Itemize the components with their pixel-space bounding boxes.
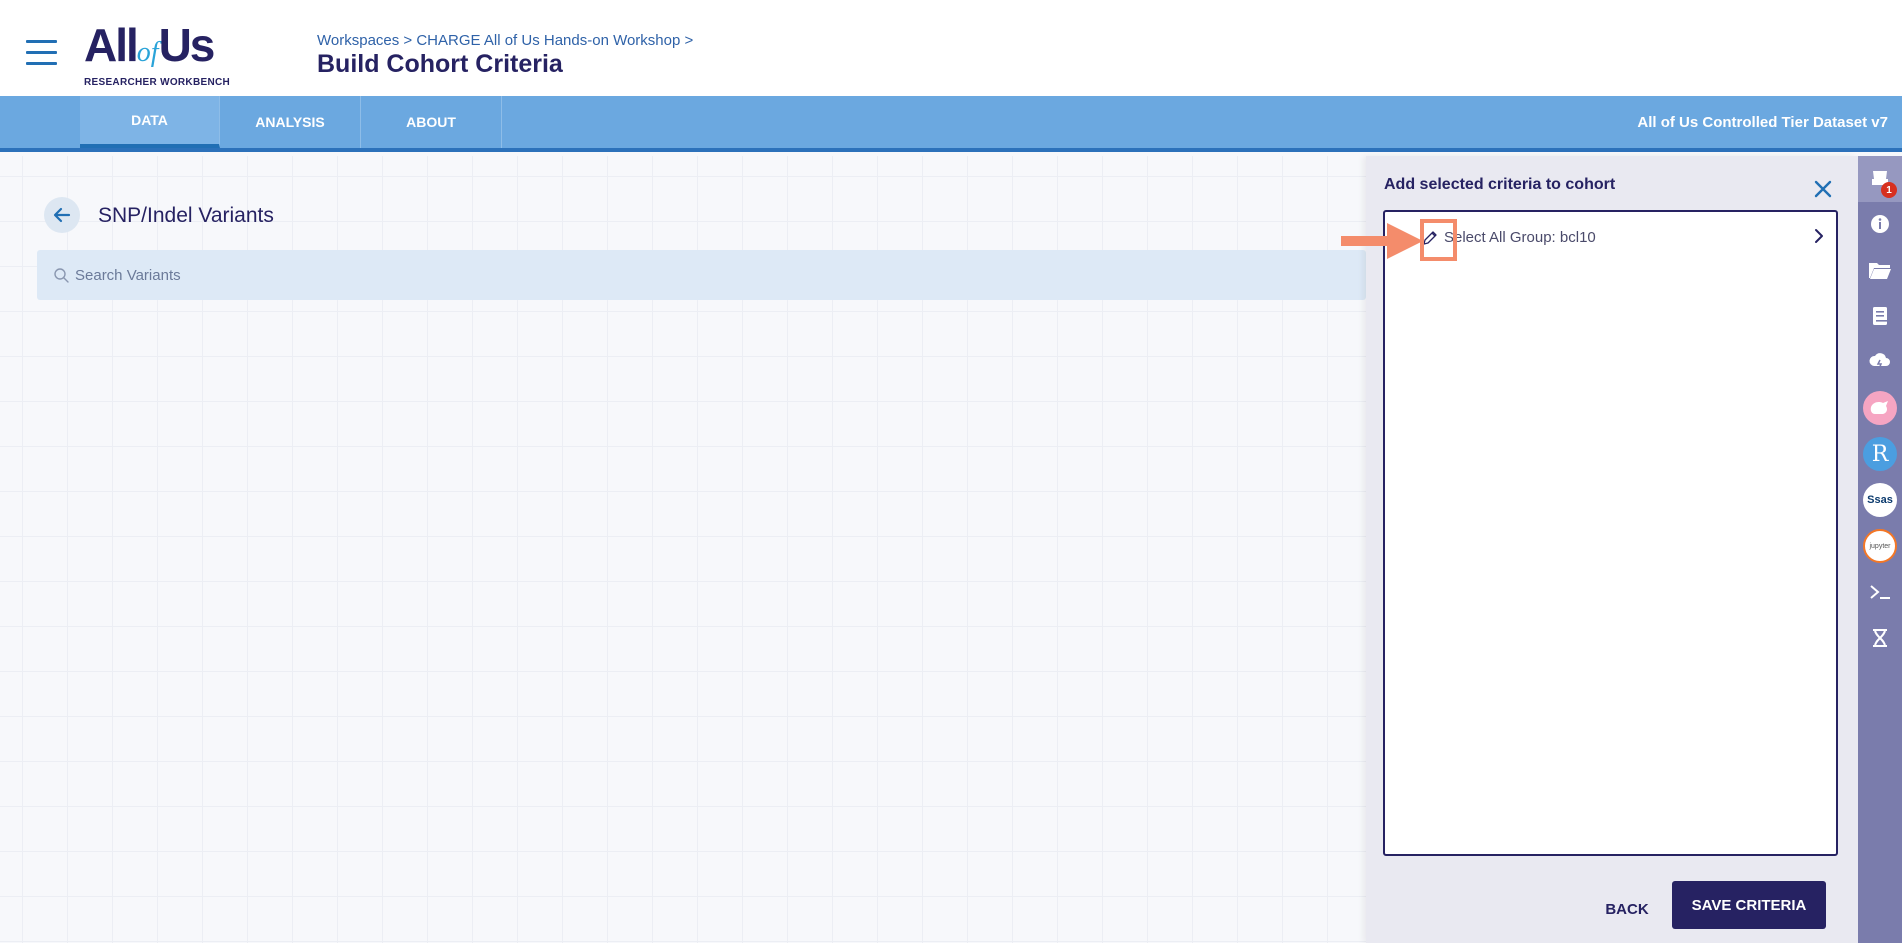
genomic-extraction-button[interactable] bbox=[1858, 615, 1902, 661]
panel-title: Add selected criteria to cohort bbox=[1384, 176, 1616, 193]
cloud-analysis-button[interactable] bbox=[1858, 339, 1902, 385]
cromwell-icon bbox=[1863, 391, 1897, 425]
selected-criteria-panel: Add selected criteria to cohort Select A… bbox=[1366, 156, 1858, 943]
rstudio-button[interactable]: R bbox=[1858, 431, 1902, 477]
pencil-edit-icon[interactable] bbox=[1421, 229, 1439, 247]
chevron-right-icon[interactable] bbox=[1811, 226, 1827, 246]
genomic-extraction-icon bbox=[1873, 629, 1887, 647]
list-item[interactable]: Select All Group: bcl10 bbox=[1385, 222, 1836, 256]
sas-button[interactable]: Ssas bbox=[1858, 477, 1902, 523]
terminal-button[interactable] bbox=[1858, 569, 1902, 615]
data-dictionary-button[interactable] bbox=[1858, 247, 1902, 293]
logo-subtitle: RESEARCHER WORKBENCH bbox=[84, 77, 231, 88]
folder-icon bbox=[1869, 263, 1891, 279]
page-title: Build Cohort Criteria bbox=[317, 50, 563, 78]
r-studio-icon: R bbox=[1863, 437, 1897, 471]
search-icon bbox=[54, 268, 69, 283]
tab-analysis[interactable]: ANALYSIS bbox=[220, 96, 361, 148]
dataset-label: All of Us Controlled Tier Dataset v7 bbox=[1637, 114, 1888, 131]
menu-icon[interactable] bbox=[26, 40, 57, 66]
save-criteria-button[interactable]: SAVE CRITERIA bbox=[1672, 881, 1826, 929]
criteria-search-area: SNP/Indel Variants bbox=[0, 156, 1366, 943]
info-button[interactable] bbox=[1858, 201, 1902, 247]
notebook-icon bbox=[1873, 307, 1887, 325]
info-icon bbox=[1871, 215, 1889, 233]
back-arrow-button[interactable] bbox=[44, 197, 80, 233]
help-sidebar: 1 R Ssas jupyter bbox=[1858, 156, 1902, 943]
cohort-criteria-button[interactable]: 1 bbox=[1858, 156, 1902, 202]
workspace-tab-bar: DATA ANALYSIS ABOUT All of Us Controlled… bbox=[0, 96, 1902, 152]
search-bar bbox=[37, 250, 1366, 300]
selected-criteria-label: Select All Group: bcl10 bbox=[1444, 229, 1596, 246]
section-title: SNP/Indel Variants bbox=[98, 204, 274, 227]
cloud-icon bbox=[1869, 353, 1890, 370]
jupyter-button[interactable]: jupyter bbox=[1858, 523, 1902, 569]
jupyter-icon: jupyter bbox=[1863, 529, 1897, 563]
tab-about[interactable]: ABOUT bbox=[361, 96, 502, 148]
search-variants-input[interactable] bbox=[75, 250, 1275, 300]
sas-icon: Ssas bbox=[1863, 483, 1897, 517]
all-of-us-logo[interactable]: AllofUs RESEARCHER WORKBENCH bbox=[84, 22, 244, 88]
selected-criteria-list: Select All Group: bcl10 bbox=[1383, 210, 1838, 856]
back-button[interactable]: BACK bbox=[1592, 891, 1662, 927]
tab-data[interactable]: DATA bbox=[80, 96, 220, 148]
notification-badge: 1 bbox=[1881, 182, 1897, 198]
cromwell-button[interactable] bbox=[1858, 385, 1902, 431]
app-header: AllofUs RESEARCHER WORKBENCH Workspaces … bbox=[0, 0, 1902, 96]
terminal-icon bbox=[1870, 585, 1890, 599]
notebook-button[interactable] bbox=[1858, 293, 1902, 339]
arrow-left-icon bbox=[53, 207, 71, 223]
breadcrumb[interactable]: Workspaces > CHARGE All of Us Hands-on W… bbox=[317, 32, 693, 49]
close-icon[interactable] bbox=[1811, 177, 1835, 201]
